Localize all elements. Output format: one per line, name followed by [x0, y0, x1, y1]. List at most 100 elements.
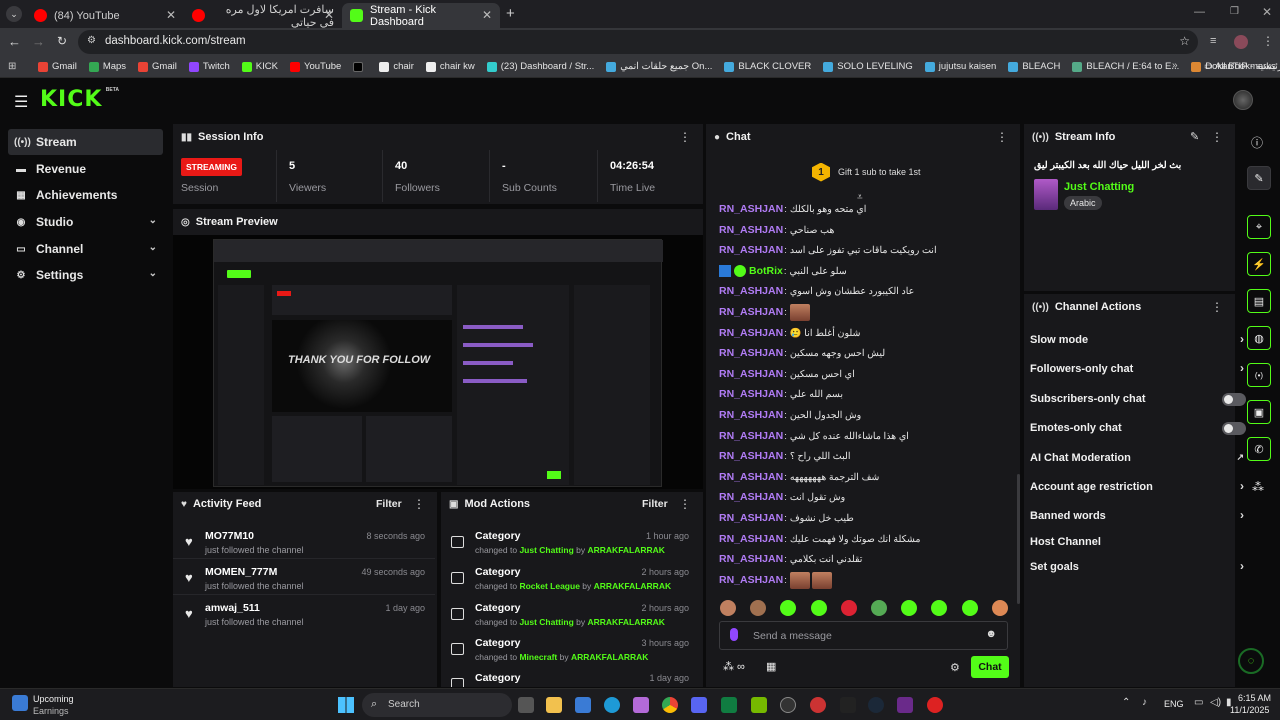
set-goals-action[interactable]: Set goals ›	[1030, 555, 1244, 579]
chrome-icon[interactable]	[662, 697, 678, 713]
apps-icon[interactable]: ⊞	[8, 61, 16, 72]
chat-username[interactable]: RN_ASHJAN	[719, 430, 783, 442]
category-name[interactable]: Just Chatting	[1064, 181, 1134, 193]
chat-username[interactable]: RN_ASHJAN	[719, 533, 783, 545]
support-icon[interactable]: ◌	[1238, 648, 1264, 674]
points-icon[interactable]: ⁂ ∞	[723, 660, 745, 673]
more-options-icon[interactable]: ⋮	[996, 130, 1008, 144]
forward-icon[interactable]: →	[32, 34, 45, 49]
subscribers-only-toggle[interactable]	[1222, 393, 1246, 406]
emote-picker-item[interactable]	[810, 600, 827, 616]
language-indicator[interactable]: ENG	[1164, 699, 1184, 709]
sidebar-item-settings[interactable]: ⚙ Settings ⌄	[8, 262, 163, 288]
bookmark-item[interactable]: Gmail	[38, 61, 77, 72]
emote-picker-item[interactable]	[961, 600, 978, 616]
sidebar-item-channel[interactable]: ▭ Channel ⌄	[8, 236, 163, 262]
bookmark-item[interactable]: chair	[379, 61, 414, 72]
edit-icon[interactable]: ✎	[1190, 130, 1199, 143]
emote-picker-item[interactable]	[931, 600, 948, 616]
chat-bubble-icon[interactable]: ◍	[1247, 326, 1271, 350]
chat-username[interactable]: RN_ASHJAN	[719, 574, 783, 586]
chat-username[interactable]: RN_ASHJAN	[719, 347, 783, 359]
emote-picker-item[interactable]	[871, 600, 887, 616]
back-icon[interactable]: ←	[8, 34, 21, 49]
edge-icon[interactable]	[604, 697, 620, 713]
sidebar-item-achievements[interactable]: ▦ Achievements	[8, 182, 163, 208]
taskbar-search-input[interactable]: ⌕ Search	[362, 693, 512, 717]
emotes-only-action[interactable]: Emotes-only chat	[1030, 416, 1246, 440]
browser-menu-icon[interactable]: ⋮	[1262, 34, 1274, 48]
chat-username[interactable]: BotRix	[749, 265, 783, 277]
file-explorer-icon[interactable]	[546, 697, 562, 713]
chat-username[interactable]: RN_ASHJAN	[719, 409, 783, 421]
gift-sub-banner[interactable]: 1 Gift 1 sub to take 1st	[812, 162, 921, 182]
bookmark-item[interactable]: YouTube	[289, 61, 341, 72]
app-icon[interactable]	[897, 697, 913, 713]
steam-icon[interactable]	[868, 697, 884, 713]
sidebar-item-stream[interactable]: ((•)) Stream	[8, 129, 163, 155]
user-avatar[interactable]	[1233, 90, 1253, 110]
all-bookmarks[interactable]: ▭ All Bookmarks	[1204, 61, 1276, 72]
bookmark-item[interactable]: Gmail	[138, 61, 177, 72]
bookmark-item[interactable]: (23) Dashboard / Str...	[486, 61, 594, 72]
followers-only-action[interactable]: Followers-only chat ›	[1030, 357, 1244, 381]
chat-input[interactable]: Send a message ☻	[719, 621, 1008, 650]
close-icon[interactable]: ✕	[324, 8, 334, 22]
emote-picker-item[interactable]	[720, 600, 736, 616]
chat-username[interactable]: RN_ASHJAN	[719, 388, 783, 400]
tab-list-dropdown[interactable]: ⌄	[6, 6, 22, 22]
sidebar-item-studio[interactable]: ◉ Studio ⌄	[8, 209, 163, 235]
filter-button[interactable]: Filter	[642, 498, 668, 510]
chat-username[interactable]: RN_ASHJAN	[719, 224, 783, 236]
chat-username[interactable]: RN_ASHJAN	[719, 450, 783, 462]
app-icon[interactable]	[810, 697, 826, 713]
microphone-icon[interactable]: ♪	[1142, 697, 1147, 708]
more-options-icon[interactable]: ⋮	[1211, 300, 1223, 314]
clock-time[interactable]: 6:15 AM	[1238, 693, 1271, 703]
filter-button[interactable]: Filter	[376, 498, 402, 510]
app-icon[interactable]	[840, 697, 856, 713]
lightning-icon[interactable]: ⚡	[1247, 252, 1271, 276]
chat-username[interactable]: RN_ASHJAN	[719, 491, 783, 503]
banned-words-action[interactable]: Banned words ›	[1030, 504, 1244, 528]
extensions-icon[interactable]: ⁂	[1252, 480, 1264, 494]
store-icon[interactable]: ▦	[766, 660, 776, 673]
browser-tab-video[interactable]: سافرت امريكا لاول مره في حياتي ✕	[184, 3, 342, 29]
discord-icon[interactable]	[691, 697, 707, 713]
profile-avatar[interactable]	[1234, 35, 1248, 49]
hamburger-menu-icon[interactable]: ☰	[14, 92, 28, 112]
target-icon[interactable]: ⌖	[1247, 215, 1271, 239]
task-view-icon[interactable]	[518, 697, 534, 713]
sidebar-item-revenue[interactable]: ▬ Revenue	[8, 156, 163, 182]
windows-start-icon[interactable]	[338, 697, 354, 713]
bookmark-item[interactable]: KICK	[241, 61, 278, 72]
obs-icon[interactable]	[780, 697, 796, 713]
chat-scrollbar[interactable]	[1017, 474, 1020, 604]
document-icon[interactable]: ▤	[1247, 289, 1271, 313]
browser-tab-kick[interactable]: Stream - Kick Dashboard ✕	[342, 3, 500, 28]
bookmark-item[interactable]: Maps	[88, 61, 126, 72]
layout-icon[interactable]: ▣	[1247, 400, 1271, 424]
broadcast-icon[interactable]: (•)	[1247, 363, 1271, 387]
emote-picker-item[interactable]	[750, 600, 767, 616]
more-options-icon[interactable]: ⋮	[679, 130, 691, 144]
bookmark-item[interactable]: BLEACH	[1008, 61, 1060, 72]
send-chat-button[interactable]: Chat	[971, 656, 1009, 678]
more-options-icon[interactable]: ⋮	[1211, 130, 1223, 144]
excel-icon[interactable]	[721, 697, 737, 713]
ai-moderation-action[interactable]: AI Chat Moderation ↗	[1030, 446, 1244, 470]
bookmark-star-icon[interactable]: ☆	[1179, 34, 1190, 48]
subscribers-only-action[interactable]: Subscribers-only chat	[1030, 387, 1246, 411]
chat-settings-icon[interactable]: ⚙	[950, 661, 960, 674]
bookmark-item[interactable]	[353, 61, 367, 72]
chat-username[interactable]: RN_ASHJAN	[719, 553, 783, 565]
account-age-action[interactable]: Account age restriction ›	[1030, 475, 1244, 499]
chat-username[interactable]: RN_ASHJAN	[719, 471, 783, 483]
tag-badge[interactable]: Arabic	[1064, 196, 1102, 210]
emote-picker-item[interactable]	[840, 600, 857, 616]
emoji-icon[interactable]: ☻	[985, 628, 997, 640]
chat-username[interactable]: RN_ASHJAN	[719, 285, 783, 297]
host-channel-action[interactable]: Host Channel	[1030, 530, 1230, 554]
maximize-button[interactable]: ❐	[1230, 6, 1239, 17]
more-bookmarks-icon[interactable]: »	[1172, 60, 1178, 71]
